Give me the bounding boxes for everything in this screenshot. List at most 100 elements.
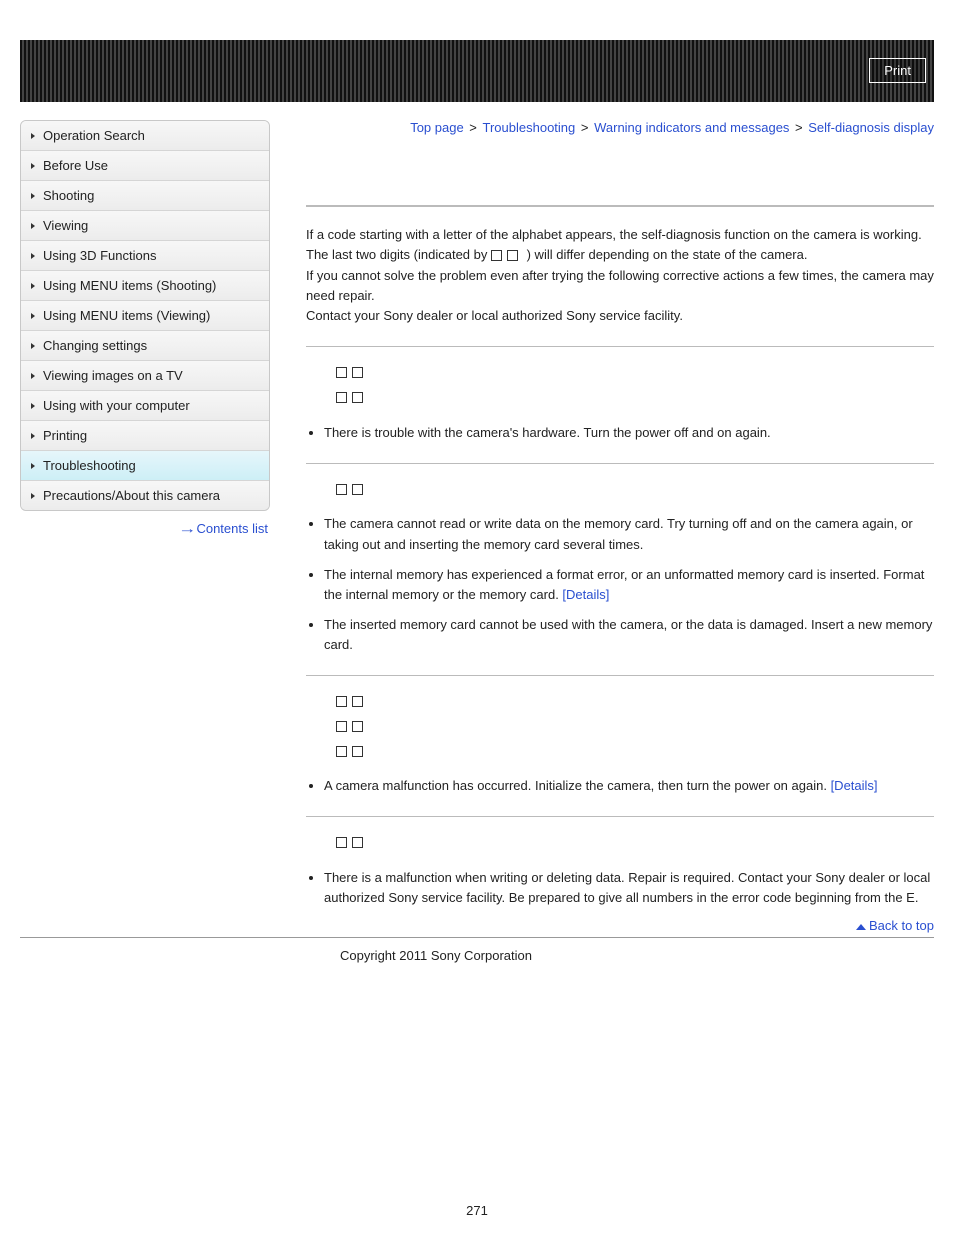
sidebar-item-12[interactable]: Precautions/About this camera: [21, 481, 269, 510]
breadcrumb-separator: >: [466, 120, 481, 135]
main-content: Top page > Troubleshooting > Warning ind…: [270, 120, 934, 933]
square-icon: [352, 484, 363, 495]
sidebar-item-7[interactable]: Changing settings: [21, 331, 269, 361]
code-line: [336, 478, 934, 503]
bullet-item: The inserted memory card cannot be used …: [324, 615, 934, 655]
footer-separator: [20, 937, 934, 938]
bullet-list: The camera cannot read or write data on …: [306, 514, 934, 655]
sidebar-item-8[interactable]: Viewing images on a TV: [21, 361, 269, 391]
back-to-top-row: Back to top: [306, 918, 934, 933]
intro-part2: ) will differ depending on the state of …: [527, 247, 808, 262]
arrow-right-icon: →: [179, 521, 197, 536]
square-icon: [336, 746, 347, 757]
bullet-item: There is trouble with the camera's hardw…: [324, 423, 934, 443]
caret-right-icon: [31, 313, 35, 319]
intro-text: If a code starting with a letter of the …: [306, 225, 934, 326]
sidebar-item-label: Using MENU items (Viewing): [43, 308, 210, 323]
square-icon: [336, 721, 347, 732]
details-link[interactable]: [Details]: [562, 587, 609, 602]
caret-right-icon: [31, 433, 35, 439]
bullet-text: The camera cannot read or write data on …: [324, 516, 913, 551]
square-icon: [352, 721, 363, 732]
code-line: [336, 715, 934, 740]
section-0: There is trouble with the camera's hardw…: [306, 346, 934, 443]
sidebar-item-label: Before Use: [43, 158, 108, 173]
code-line: [336, 740, 934, 765]
page-number: 271: [20, 1203, 934, 1218]
breadcrumb: Top page > Troubleshooting > Warning ind…: [306, 120, 934, 135]
sidebar-item-label: Viewing: [43, 218, 88, 233]
square-icon: [336, 484, 347, 495]
sidebar-item-3[interactable]: Viewing: [21, 211, 269, 241]
sidebar: Operation Search Before Use Shooting Viewin…: [20, 120, 270, 511]
square-icon: [352, 837, 363, 848]
sidebar-item-4[interactable]: Using 3D Functions: [21, 241, 269, 271]
square-icon: [336, 392, 347, 403]
caret-right-icon: [31, 223, 35, 229]
bullet-list: There is trouble with the camera's hardw…: [306, 423, 934, 443]
sidebar-item-label: Using with your computer: [43, 398, 190, 413]
breadcrumb-link-1[interactable]: Troubleshooting: [483, 120, 576, 135]
contents-list-link[interactable]: Contents list: [196, 521, 268, 536]
sidebar-item-label: Shooting: [43, 188, 94, 203]
print-button[interactable]: Print: [869, 58, 926, 83]
caret-right-icon: [31, 163, 35, 169]
caret-right-icon: [31, 463, 35, 469]
bullet-list: A camera malfunction has occurred. Initi…: [306, 776, 934, 796]
code-block: [306, 690, 934, 764]
sidebar-item-10[interactable]: Printing: [21, 421, 269, 451]
placeholder-squares-inline: [491, 246, 523, 266]
sidebar-item-11[interactable]: Troubleshooting: [21, 451, 269, 481]
code-block: [306, 478, 934, 503]
sidebar-item-5[interactable]: Using MENU items (Shooting): [21, 271, 269, 301]
header-bar: Print: [20, 40, 934, 102]
square-icon: [336, 837, 347, 848]
bullet-item: There is a malfunction when writing or d…: [324, 868, 934, 908]
caret-right-icon: [31, 493, 35, 499]
sidebar-item-2[interactable]: Shooting: [21, 181, 269, 211]
back-to-top-link[interactable]: Back to top: [869, 918, 934, 933]
sections-container: There is trouble with the camera's hardw…: [306, 346, 934, 908]
code-line: [336, 831, 934, 856]
code-line: [336, 386, 934, 411]
bullet-list: There is a malfunction when writing or d…: [306, 868, 934, 908]
bullet-item: The camera cannot read or write data on …: [324, 514, 934, 554]
breadcrumb-link-3[interactable]: Self-diagnosis display: [808, 120, 934, 135]
caret-up-icon: [856, 924, 866, 930]
sidebar-item-9[interactable]: Using with your computer: [21, 391, 269, 421]
section-1: The camera cannot read or write data on …: [306, 463, 934, 656]
sidebar-item-6[interactable]: Using MENU items (Viewing): [21, 301, 269, 331]
sidebar-item-label: Precautions/About this camera: [43, 488, 220, 503]
sidebar-item-0[interactable]: Operation Search: [21, 121, 269, 151]
breadcrumb-separator: >: [577, 120, 592, 135]
details-link[interactable]: [Details]: [831, 778, 878, 793]
bullet-text: There is a malfunction when writing or d…: [324, 870, 930, 905]
breadcrumb-link-2[interactable]: Warning indicators and messages: [594, 120, 789, 135]
sidebar-item-label: Operation Search: [43, 128, 145, 143]
breadcrumb-link-0[interactable]: Top page: [410, 120, 464, 135]
intro-separator: [306, 205, 934, 207]
sidebar-item-label: Printing: [43, 428, 87, 443]
intro-line3: Contact your Sony dealer or local author…: [306, 308, 683, 323]
contents-list-row: →Contents list: [20, 521, 268, 536]
bullet-text: The internal memory has experienced a fo…: [324, 567, 924, 602]
sidebar-item-label: Using MENU items (Shooting): [43, 278, 216, 293]
sidebar-item-1[interactable]: Before Use: [21, 151, 269, 181]
sidebar-item-label: Using 3D Functions: [43, 248, 156, 263]
caret-right-icon: [31, 373, 35, 379]
bullet-text: A camera malfunction has occurred. Initi…: [324, 778, 831, 793]
caret-right-icon: [31, 133, 35, 139]
square-icon: [352, 392, 363, 403]
code-line: [336, 690, 934, 715]
section-3: There is a malfunction when writing or d…: [306, 816, 934, 908]
breadcrumb-separator: >: [791, 120, 806, 135]
caret-right-icon: [31, 253, 35, 259]
bullet-item: A camera malfunction has occurred. Initi…: [324, 776, 934, 796]
section-2: A camera malfunction has occurred. Initi…: [306, 675, 934, 796]
intro-line2: If you cannot solve the problem even aft…: [306, 268, 934, 303]
code-line: [336, 361, 934, 386]
bullet-text: The inserted memory card cannot be used …: [324, 617, 932, 652]
caret-right-icon: [31, 193, 35, 199]
caret-right-icon: [31, 283, 35, 289]
bullet-item: The internal memory has experienced a fo…: [324, 565, 934, 605]
